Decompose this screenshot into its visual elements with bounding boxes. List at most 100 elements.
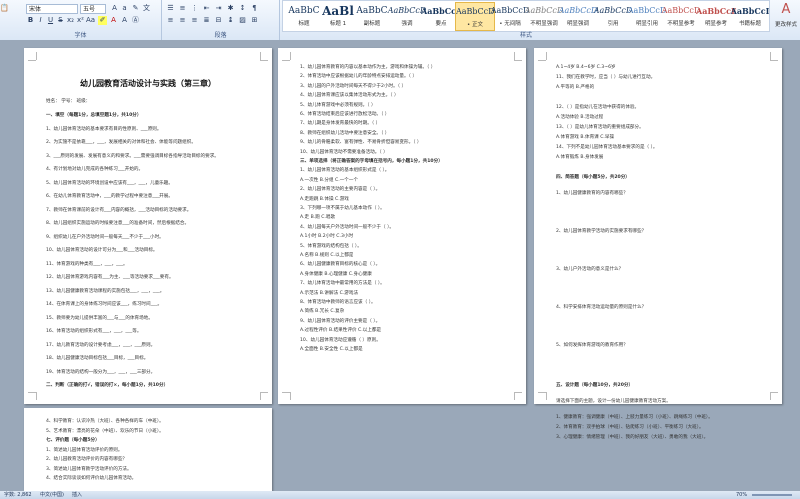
text-line: 9、组织幼儿在户外活动时间一般每天___不少于___小时。 [46, 234, 164, 240]
phonetic-icon[interactable]: 文 [142, 4, 151, 13]
text-line: 四、简答题（每小题5分，共20分） [556, 175, 630, 180]
show-marks-icon[interactable]: ¶ [250, 4, 259, 13]
style-item-subtle-reference[interactable]: AaBbCcD 不明显参考 [661, 2, 701, 31]
style-name: 明显强调 [566, 21, 589, 27]
grow-font-icon[interactable]: A [110, 4, 119, 13]
text-line: 11、体育游戏的种类有___，___，___。 [46, 261, 128, 267]
text-line: 12、幼儿园体育游戏内容有___为主、___等活动要求___要有。 [46, 275, 174, 280]
numbering-icon[interactable]: ≡ [178, 4, 187, 13]
style-item-subtitle[interactable]: AaBbC 副标题 [352, 2, 392, 31]
style-preview: AaBbCcD [661, 6, 701, 15]
text-line: 4、科学教育：认识冷热（大班）、各种各样的车（中班）。 [46, 419, 164, 424]
document-workspace[interactable]: 幼儿园教育活动设计与实践（第三章） 姓名： 学号： 班级： 一、填空（每题1分，总填… [0, 40, 800, 491]
style-name: 副标题 [363, 21, 381, 27]
char-border-icon[interactable]: Ⓐ [131, 16, 140, 25]
word-count[interactable]: 字数: 2,862 [4, 491, 32, 499]
text-line: 15、教师要为幼儿提供丰富的___与___的体育场地。 [46, 315, 153, 321]
margin-mark [514, 392, 522, 393]
zoom-level[interactable]: 70% [736, 491, 747, 499]
margin-mark [290, 52, 291, 60]
text-line: 16、体育活动的组织形式有___，___，___等。 [46, 329, 142, 334]
margin-mark [546, 52, 547, 60]
styles-group-label: 样式 [519, 32, 532, 39]
font-name-box[interactable]: 宋体 [26, 4, 78, 14]
text-line: 3、心理健康：情绪管理（中班）、我的好朋友（大班）、勇敢的我（大班）。 [556, 435, 709, 440]
text-line: 三、单项选择（将正确答案的字母填在括号内，每小题1分，共10分） [300, 159, 443, 164]
shrink-font-icon[interactable]: a [120, 4, 129, 13]
sort-icon[interactable]: ↕ [238, 4, 247, 13]
text-line: 10、幼儿园体育活动的设计可分为___和___活动目标。 [46, 248, 158, 253]
font-color-icon[interactable]: A [109, 16, 118, 25]
insert-mode[interactable]: 插入 [72, 491, 82, 499]
underline-icon[interactable]: U [46, 16, 55, 25]
text-line: 1、简述幼儿园体育活动评价的原则。 [46, 447, 123, 453]
margin-mark [538, 392, 546, 393]
char-shading-icon[interactable]: A [120, 16, 129, 25]
page-3[interactable]: A.1~4岁 B.4~6岁 C.3~6岁 11、我们在教学时，应当（ ）与幼儿进行… [534, 48, 782, 440]
text-line: A.体育游戏 B.体育课 C.早操 [556, 135, 615, 140]
strikethrough-icon[interactable]: S [56, 16, 65, 25]
style-name: • 正文 [467, 22, 483, 28]
margin-mark [28, 392, 36, 393]
bold-icon[interactable]: B [26, 16, 35, 25]
page-4[interactable]: 4、科学教育：认识冷热（大班）、各种各样的车（中班）。 5、艺术教育：漂亮的花朵（… [24, 408, 272, 491]
change-case-icon[interactable]: Aa [86, 16, 95, 25]
align-left-icon[interactable]: ≡ [166, 16, 175, 25]
bullets-icon[interactable]: ☰ [166, 4, 175, 13]
chinese-layout-icon[interactable]: ✱ [226, 4, 235, 13]
text-line: A.身体健康 B.心理健康 C.身心健康 [300, 271, 372, 277]
change-styles-button[interactable]: A 更改样式 [772, 0, 800, 40]
language-indicator[interactable]: 中文(中国) [40, 491, 64, 499]
align-right-icon[interactable]: ≡ [190, 16, 199, 25]
distributed-icon[interactable]: ⊟ [214, 16, 223, 25]
borders-icon[interactable]: ⊞ [250, 16, 259, 25]
page-1[interactable]: 幼儿园教育活动设计与实践（第三章） 姓名： 学号： 班级： 一、填空（每题1分，总填… [24, 48, 272, 404]
text-line: A.简练 B.冗长 C.复杂 [300, 309, 345, 315]
highlight-icon[interactable]: ✐ [98, 16, 107, 25]
decrease-indent-icon[interactable]: ⇤ [202, 4, 211, 13]
text-line: 7、教师在体育课前的设计有___内容的概括，___活动目标的活动要求。 [46, 207, 192, 213]
text-line: 3、幼儿户外活动的意义是什么？ [556, 267, 624, 272]
zoom-slider[interactable] [752, 494, 792, 496]
line-spacing-icon[interactable]: ↨ [226, 16, 235, 25]
italic-icon[interactable]: I [36, 16, 45, 25]
text-line: 1、幼儿园体育活动的基本组织形式是（ ）。 [300, 168, 390, 174]
text-line: 8、教师在组织幼儿活动中要注意安全。（ ） [300, 130, 390, 136]
text-line: 18、幼儿园健康活动目标包括___目标，___目标。 [46, 356, 149, 361]
text-line: 10、幼儿园体育活动不需要准备活动。（ ） [300, 149, 388, 155]
text-line: 1、幼儿园健康教育的内容有哪些？ [556, 191, 628, 196]
subscript-icon[interactable]: x₂ [66, 16, 75, 25]
text-line: 2、幼儿园体育活动的主要内容是（ ）。 [300, 187, 381, 193]
text-line: 4、科学安排体育活动运动量的原则是什么？ [556, 305, 647, 310]
text-line: 1、幼儿园体育活动的基本要求有目的性原则、___原则。 [46, 126, 162, 132]
margin-mark [770, 60, 778, 61]
paste-icon[interactable]: 📋 [0, 4, 9, 13]
styles-gallery: AaBbC 标题 AaBl 标题 1 AaBbC 副标题 AaBbCcD 强调 AaBb… [282, 0, 770, 32]
change-styles-icon: A [781, 2, 791, 17]
multilevel-list-icon[interactable]: ⋮ [190, 4, 199, 13]
text-line: 8、幼儿园组织实施运动的时候要注意___的准备时间，然后根据结合。 [46, 221, 190, 226]
style-item-intense-emphasis[interactable]: AaBbCcD 明显强调 [558, 2, 598, 31]
style-item-normal[interactable]: AaBbCcD • 正文 [455, 2, 495, 31]
font-size-box[interactable]: 五号 [80, 4, 106, 14]
change-styles-label: 更改样式 [774, 22, 797, 28]
status-bar: 字数: 2,862 中文(中国) 插入 70% [0, 491, 800, 499]
page-2[interactable]: 1、幼儿园体育教育的内容以基本动作为主，游戏和体操为辅。（ ） 2、体育活动中应该… [278, 48, 526, 404]
margin-mark [282, 392, 290, 393]
text-line: 一、填空（每题1分，总填空题1分，共10分） [46, 113, 142, 118]
justify-icon[interactable]: ≣ [202, 16, 211, 25]
superscript-icon[interactable]: x² [76, 16, 85, 25]
text-line: 19、体育活动的结构一般分为___，___，___三部分。 [46, 369, 156, 375]
style-preview: AaBbCcD [558, 6, 598, 15]
text-line: 13、（ ）是幼儿体育活动的重要组成部分。 [556, 125, 644, 130]
text-line: 13、幼儿园健康教育活动课程的实施包括___，___，___。 [46, 288, 165, 294]
shading-icon[interactable]: ▨ [238, 16, 247, 25]
increase-indent-icon[interactable]: ⇥ [214, 4, 223, 13]
margin-mark [28, 60, 36, 61]
text-line: 七、评价题（每小题5分） [46, 438, 100, 443]
text-line: 3、简述幼儿园体育教学活动评价的方法。 [46, 466, 132, 472]
style-item-book-title[interactable]: AaBbCcI 书籍标题 [730, 2, 770, 31]
align-center-icon[interactable]: ≡ [178, 16, 187, 25]
clear-format-icon[interactable]: ✎ [131, 4, 140, 13]
margin-mark [290, 392, 291, 400]
